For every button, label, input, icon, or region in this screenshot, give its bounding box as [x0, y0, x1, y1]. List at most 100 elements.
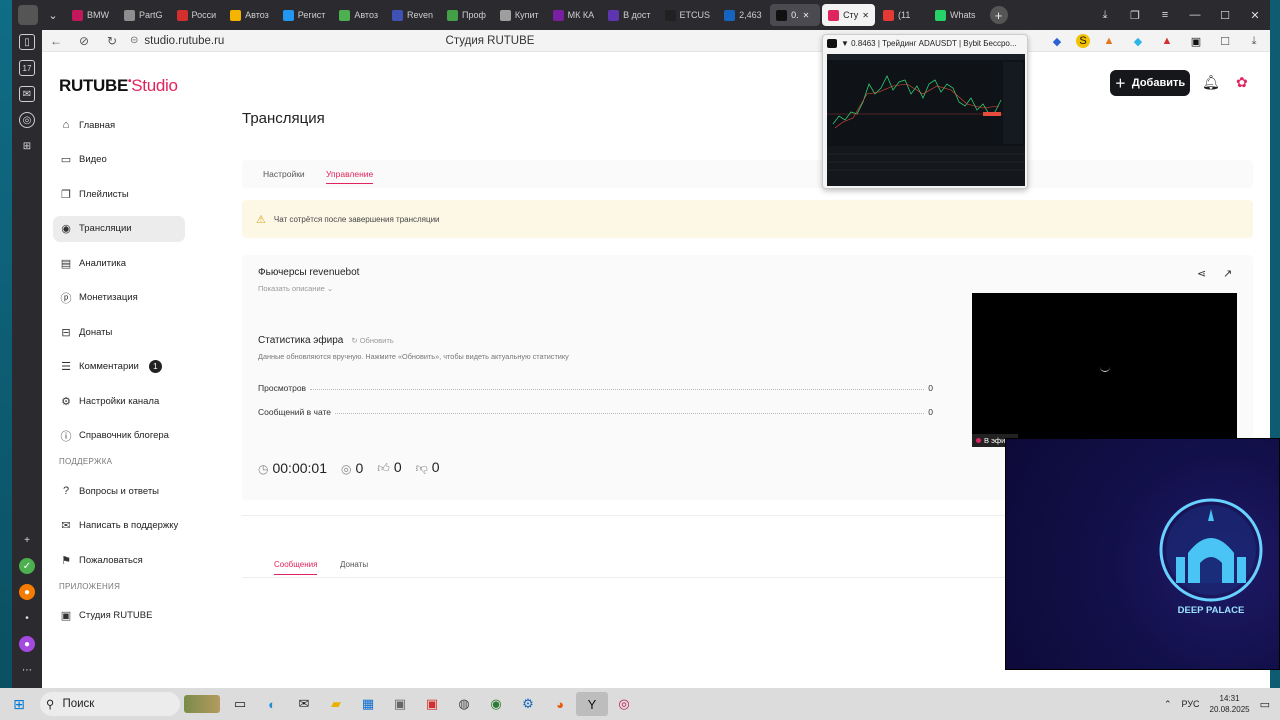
- firefox-icon[interactable]: ◕: [544, 692, 576, 716]
- share-icon[interactable]: ⋖: [1197, 267, 1206, 280]
- yandex-browser-icon[interactable]: Y: [576, 692, 608, 716]
- add-button[interactable]: ＋ Добавить: [1110, 70, 1190, 96]
- sidebar-more-icon[interactable]: ⋯: [19, 662, 35, 678]
- downloads-icon[interactable]: ⤓: [1090, 9, 1120, 22]
- sidebar-alice-icon[interactable]: ●: [19, 636, 35, 652]
- tab-close-icon[interactable]: ✕: [803, 11, 810, 20]
- sidebar-item[interactable]: ⓘ Справочник блогера: [53, 423, 185, 449]
- browser-tab[interactable]: 0. ✕: [770, 4, 821, 26]
- extension-icon-4[interactable]: ◆: [1128, 34, 1148, 48]
- sidebar-assistant-icon[interactable]: ◎: [19, 112, 35, 128]
- sidebar-add-icon[interactable]: +: [19, 532, 35, 548]
- app-icon-5[interactable]: ◎: [608, 692, 640, 716]
- live-dot-icon: [976, 438, 981, 443]
- sidebar-item[interactable]: ▣ Студия RUTUBE: [53, 603, 185, 629]
- notifications-bell-icon[interactable]: 🔔︎: [1202, 74, 1220, 91]
- browser-tab[interactable]: Автоз: [333, 4, 384, 26]
- app-icon-3[interactable]: ◍: [448, 692, 480, 716]
- sidebar-item[interactable]: ▤ Аналитика: [53, 250, 185, 276]
- mail-app-icon[interactable]: ✉: [288, 692, 320, 716]
- sidebar-check-icon[interactable]: ✓: [19, 558, 35, 574]
- sidebar-dot-icon[interactable]: •: [19, 610, 35, 626]
- clock[interactable]: 14:31 20.08.2025: [1210, 693, 1250, 715]
- browser-tab[interactable]: Whats: [929, 4, 982, 26]
- sidebar-item[interactable]: ◉ Трансляции: [53, 215, 185, 242]
- language-indicator[interactable]: РУС: [1182, 699, 1200, 709]
- chat-tab-donations[interactable]: Донаты: [340, 560, 368, 569]
- browser-tab[interactable]: Купит: [494, 4, 545, 26]
- user-avatar-icon[interactable]: ✿: [1236, 74, 1248, 91]
- sidebar-item[interactable]: ▭ Видео: [53, 147, 185, 173]
- app-icon-2[interactable]: ▣: [416, 692, 448, 716]
- sidebar-item[interactable]: ⚑ Пожаловаться: [53, 547, 185, 573]
- sidebar-bookmark-icon[interactable]: ▯: [19, 34, 35, 50]
- bookmarks-icon[interactable]: ☐: [1215, 34, 1235, 48]
- browser-tab[interactable]: Проф: [441, 4, 492, 26]
- extension-icon-2[interactable]: S: [1076, 34, 1090, 48]
- sidebar-item[interactable]: ❐ Плейлисты: [53, 181, 185, 207]
- task-view-icon[interactable]: ▭: [224, 692, 256, 716]
- app-icon-4[interactable]: ⚙: [512, 692, 544, 716]
- chat-tab-messages[interactable]: Сообщения: [274, 560, 318, 575]
- sidebar-item[interactable]: ? Вопросы и ответы: [53, 478, 185, 504]
- sidebar-item-label: Пожаловаться: [79, 554, 143, 566]
- sidebar-mail-icon[interactable]: ✉: [19, 86, 35, 102]
- browser-tab[interactable]: (11: [877, 4, 927, 26]
- new-tab-button[interactable]: +: [989, 6, 1008, 24]
- store-icon[interactable]: ▦: [352, 692, 384, 716]
- edge-icon[interactable]: ◐: [256, 692, 288, 716]
- sidebar-item[interactable]: ✉ Написать в поддержку: [53, 513, 185, 539]
- browser-tab[interactable]: Автоз: [224, 4, 275, 26]
- refresh-button[interactable]: ↻ Обновить: [351, 336, 393, 345]
- menu-icon[interactable]: ≡: [1150, 9, 1180, 21]
- browser-tab[interactable]: ETCUS: [659, 4, 717, 26]
- open-external-icon[interactable]: ↗: [1223, 267, 1232, 280]
- news-widget-icon[interactable]: [180, 692, 224, 716]
- start-button[interactable]: ⊞: [0, 696, 38, 713]
- explorer-icon[interactable]: ▰: [320, 692, 352, 716]
- browser-tab[interactable]: МК КА: [547, 4, 601, 26]
- sidebar-item[interactable]: ⚙ Настройки канала: [53, 388, 185, 414]
- download-icon[interactable]: ⤓: [1244, 34, 1264, 48]
- notifications-icon[interactable]: ▭: [1260, 698, 1270, 711]
- tab-label: Автоз: [354, 10, 378, 20]
- show-description-link[interactable]: Показать описание ⌄: [258, 284, 333, 293]
- browser-tab[interactable]: Регист: [277, 4, 332, 26]
- browser-tab[interactable]: PartG: [118, 4, 169, 26]
- tab-settings[interactable]: Настройки: [263, 169, 305, 179]
- minimize-button[interactable]: —: [1180, 9, 1210, 21]
- video-player[interactable]: В эфире: [972, 293, 1237, 447]
- sidebar-orange-icon[interactable]: ●: [19, 584, 35, 600]
- profile-icon[interactable]: [18, 5, 38, 25]
- taskbar-search[interactable]: ⚲ Поиск: [40, 692, 180, 716]
- metamask-icon[interactable]: ▲: [1099, 34, 1119, 48]
- desktop-left-strip: [0, 0, 12, 688]
- browser-tab[interactable]: BMW: [66, 4, 116, 26]
- rutube-studio-logo[interactable]: RUTUBE•Studio: [59, 76, 178, 96]
- browser-tab[interactable]: Сту ✕: [822, 4, 875, 26]
- close-button[interactable]: ✕: [1240, 9, 1270, 22]
- app-icon-1[interactable]: ▣: [384, 692, 416, 716]
- sidebar-item[interactable]: ☰ Комментарии 1: [53, 354, 185, 380]
- tray-chevron-icon[interactable]: ⌃: [1164, 699, 1172, 710]
- extension-icon-1[interactable]: ◆: [1047, 34, 1067, 48]
- stat-row-views: Просмотров 0: [258, 383, 933, 393]
- sidebar-calendar-icon[interactable]: 17: [19, 60, 35, 76]
- extension-icon-5[interactable]: ▲: [1157, 34, 1177, 48]
- chrome-icon[interactable]: ◉: [480, 692, 512, 716]
- sidebar-apps-icon[interactable]: ⊞: [19, 138, 35, 154]
- extension-icon-6[interactable]: ▣: [1186, 34, 1206, 48]
- sidebar-item[interactable]: ⊟ Донаты: [53, 319, 185, 345]
- browser-tab[interactable]: 2,463: [718, 4, 768, 26]
- sidebar-item-label: Аналитика: [79, 257, 127, 269]
- browser-tab[interactable]: Росси: [171, 4, 223, 26]
- browser-tab[interactable]: Reven: [386, 4, 439, 26]
- collections-icon[interactable]: ❐: [1120, 9, 1150, 22]
- maximize-button[interactable]: ☐: [1210, 9, 1240, 22]
- browser-tab[interactable]: В дост: [602, 4, 656, 26]
- sidebar-item[interactable]: ⓟ Монетизация: [53, 285, 185, 311]
- tab-control[interactable]: Управление: [326, 169, 374, 184]
- tab-close-icon[interactable]: ✕: [862, 11, 869, 20]
- chevron-down-icon[interactable]: ⌄: [42, 4, 64, 26]
- sidebar-item[interactable]: ⌂ Главная: [53, 112, 185, 138]
